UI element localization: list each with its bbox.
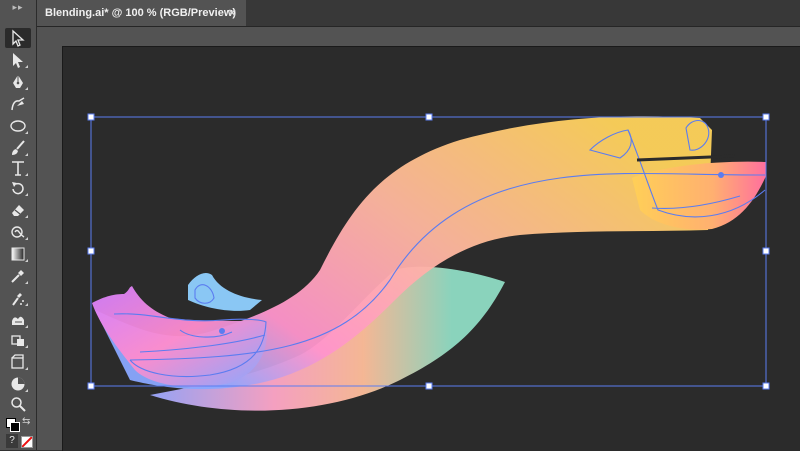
whale-left-back: [188, 273, 262, 311]
blend-artwork[interactable]: [0, 0, 800, 450]
handle-top-center: [425, 113, 433, 121]
handle-top-left: [87, 113, 95, 121]
handle-top-right: [762, 113, 770, 121]
handle-bottom-center: [425, 382, 433, 390]
handle-bottom-right: [762, 382, 770, 390]
whale-right-eye: [718, 172, 724, 178]
handle-middle-left: [87, 247, 95, 255]
handle-middle-right: [762, 247, 770, 255]
whale-left-eye: [219, 328, 225, 334]
handle-bottom-left: [87, 382, 95, 390]
